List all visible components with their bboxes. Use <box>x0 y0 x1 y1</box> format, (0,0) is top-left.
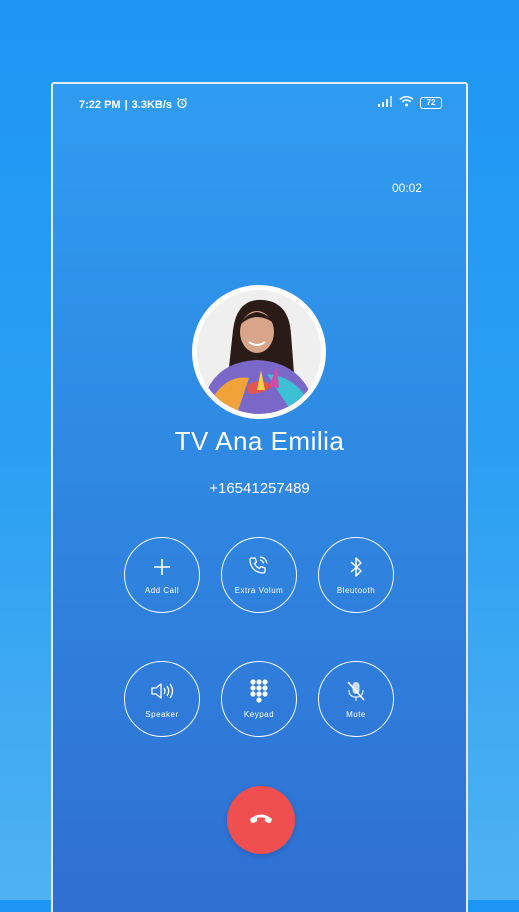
contact-avatar <box>192 285 326 419</box>
bluetooth-button[interactable]: Bleutooth <box>318 537 394 613</box>
alarm-icon <box>176 97 188 112</box>
speaker-icon <box>125 678 199 704</box>
status-time: 7:22 PM <box>79 98 121 111</box>
status-right: 72 <box>377 95 442 110</box>
phone-volume-icon <box>222 554 296 580</box>
add-call-label: Add Call <box>144 586 180 595</box>
status-bar: 7:22 PM | 3.3KB/s 72 <box>53 94 466 114</box>
signal-icon <box>377 96 393 110</box>
extra-volume-button[interactable]: Extra Volum <box>221 537 297 613</box>
contact-name: TV Ana Emilia <box>174 426 345 456</box>
status-left: 7:22 PM | 3.3KB/s <box>79 97 188 112</box>
mute-button[interactable]: Mute <box>318 661 394 737</box>
hang-up-icon <box>248 811 274 830</box>
plus-icon <box>125 554 199 580</box>
add-call-button[interactable]: Add Call <box>124 537 200 613</box>
contact-number: +16541257489 <box>209 480 310 497</box>
keypad-button[interactable]: Keypad <box>221 661 297 737</box>
mute-label: Mute <box>346 710 366 719</box>
speaker-label: Speaker <box>145 710 179 719</box>
keypad-label: Keypad <box>243 710 275 719</box>
avatar-photo <box>197 290 321 414</box>
phone-frame: 7:22 PM | 3.3KB/s 72 00:02 TV Ana Emilia… <box>51 82 468 912</box>
bluetooth-label: Bleutooth <box>336 586 376 595</box>
wifi-icon <box>399 95 414 110</box>
end-call-button[interactable] <box>227 786 295 854</box>
call-timer: 00:02 <box>391 181 422 195</box>
battery-indicator: 72 <box>420 97 442 109</box>
status-speed: 3.3KB/s <box>131 98 173 111</box>
extra-volume-label: Extra Volum <box>234 586 284 595</box>
mute-mic-icon <box>319 678 393 704</box>
status-separator: | <box>124 98 128 111</box>
bluetooth-icon <box>319 554 393 580</box>
speaker-button[interactable]: Speaker <box>124 661 200 737</box>
keypad-icon <box>222 678 296 704</box>
